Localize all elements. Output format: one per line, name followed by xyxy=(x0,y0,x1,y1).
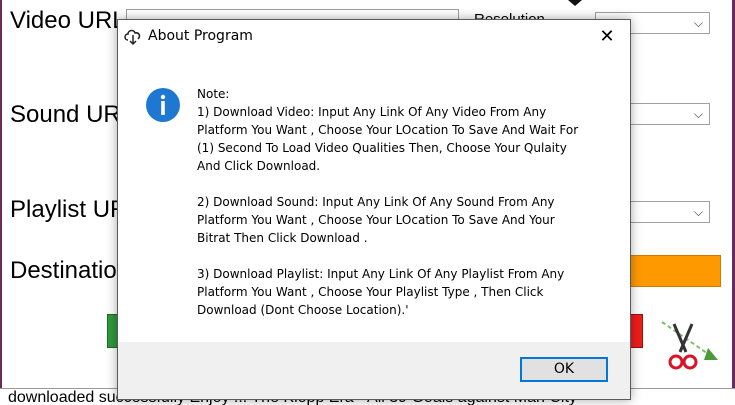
dialog-body: Note: 1) Download Video: Input Any Link … xyxy=(118,53,630,342)
note-line: (1) Second To Load Video Qualities Then,… xyxy=(197,141,567,155)
dialog-titlebar[interactable]: About Program ✕ xyxy=(118,20,630,53)
partial-icon xyxy=(568,0,582,6)
ok-button[interactable]: OK xyxy=(520,357,608,382)
dialog-footer: OK xyxy=(118,342,630,399)
chevron-down-icon: ⌵ xyxy=(693,16,703,30)
dialog-message: Note: 1) Download Video: Input Any Link … xyxy=(197,85,617,319)
note-heading: Note: xyxy=(197,87,230,101)
note-line: Bitrat Then Click Download . xyxy=(197,231,368,245)
scissors-icon[interactable] xyxy=(656,318,720,374)
chevron-down-icon: ⌵ xyxy=(693,107,703,121)
video-url-label: Video URL: xyxy=(10,7,133,34)
note-line: Download (Dont Choose Location).' xyxy=(197,303,409,317)
download-button[interactable] xyxy=(625,255,721,287)
window-edge-left xyxy=(0,0,2,388)
about-dialog: About Program ✕ Note: 1) Download Video:… xyxy=(117,19,631,400)
note-line: Platform You Want , Choose Your LOcation… xyxy=(197,123,579,137)
dialog-title: About Program xyxy=(148,28,253,44)
chevron-down-icon: ⌵ xyxy=(693,205,703,219)
note-line: 2) Download Sound: Input Any Link Of Any… xyxy=(197,195,555,209)
note-line: And Click Download. xyxy=(197,159,321,173)
note-line: Platform You Want , Choose Your Playlist… xyxy=(197,285,544,299)
note-line: 3) Download Playlist: Input Any Link Of … xyxy=(197,267,565,281)
info-icon xyxy=(146,88,180,122)
sound-url-label: Sound URL xyxy=(10,101,135,128)
cloud-download-icon xyxy=(124,29,141,46)
note-line: Platform You Want , Choose Your LOcation… xyxy=(197,213,555,227)
close-button[interactable]: ✕ xyxy=(584,20,630,53)
destination-label: Destination xyxy=(10,257,131,284)
note-line: 1) Download Video: Input Any Link Of Any… xyxy=(197,105,547,119)
